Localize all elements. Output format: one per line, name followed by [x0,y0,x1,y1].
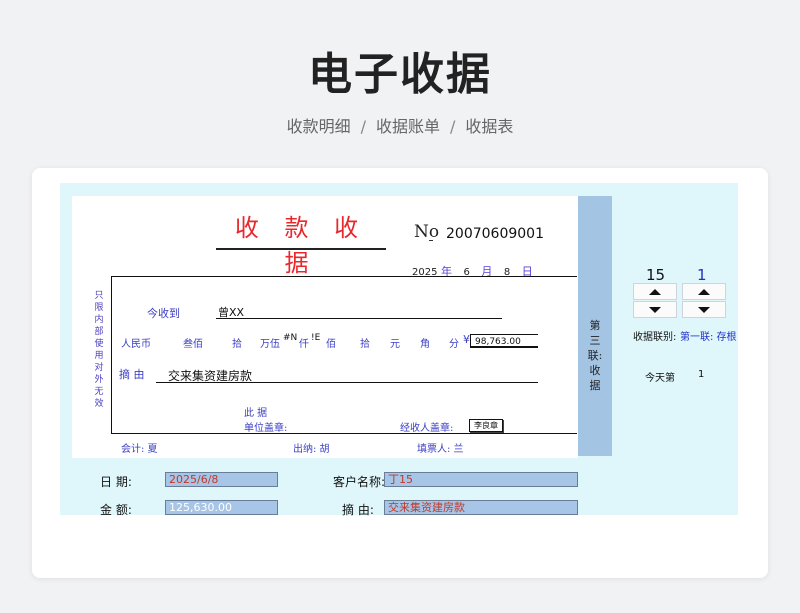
unit-label: 角 [420,339,430,350]
arrow-down-icon [698,306,710,313]
summary-field[interactable]: 交来集资建房款 [384,500,578,515]
breadcrumb-item[interactable]: 收据表 [465,117,513,136]
copy-type-value[interactable]: 第一联: 存根 [680,328,737,343]
accountant-label: 会计: 夏 [121,444,158,455]
cashier-label: 出纳: 胡 [293,444,330,455]
summary-line [156,382,538,383]
today-count-value: 1 [698,369,705,380]
counter-right-value: 1 [697,266,707,284]
internal-use-note: 只 限 内 部 使 用 对 外 无 效 [94,291,104,409]
arrow-down-icon [649,306,661,313]
title-underline [216,248,386,250]
receipt-no-label: No [414,222,440,242]
breadcrumb-separator: / [360,117,366,136]
receipt-number[interactable]: 20070609001 [446,226,544,242]
breadcrumb-item[interactable]: 收款明细 [287,117,351,136]
date-label: 日 期: [100,475,132,489]
copy-type-label: 收据联别: [633,332,677,343]
yen-symbol: ¥ [463,333,470,346]
breadcrumb-separator: / [450,117,456,136]
unit-label: 拾 [360,339,370,350]
unit-label: 佰 [326,339,336,350]
breadcrumb: 收款明细 / 收据账单 / 收据表 [0,113,800,137]
error-value: !E [311,333,321,343]
amount-label: 金 额: [100,503,132,517]
no-label-tick [429,240,433,241]
error-value: #N [283,333,298,343]
customer-field[interactable]: 丁15 [384,472,578,487]
summary-form-label: 摘 由: [342,503,374,517]
date-field[interactable]: 2025/6/8 [165,472,278,487]
unit-label: 叁佰 [183,339,203,350]
customer-label: 客户名称: [333,475,386,489]
received-from-line [216,318,502,319]
drawer-label: 填票人: 兰 [417,444,464,455]
unit-label: 元 [390,339,400,350]
breadcrumb-item[interactable]: 收据账单 [376,117,440,136]
unit-label: 仟 [299,339,309,350]
arrow-up-icon [649,288,661,295]
seal-label: 此 据 [244,408,268,419]
unit-label: 分 [449,339,459,350]
receipt-frame [111,276,577,434]
handler-stamp: 李良章 [469,419,503,432]
unit-seal-label: 单位盖章: [244,423,288,434]
today-count-label: 今天第 [645,373,675,384]
spin-up-button[interactable] [682,283,726,300]
unit-label: 拾 [232,339,242,350]
receipt-title: 收 款 收 据 [234,214,368,277]
counter-left-value: 15 [646,266,666,284]
spin-up-button[interactable] [633,283,677,300]
unit-label: 万伍 [260,339,280,350]
amount-field[interactable]: 125,630.00 [165,500,278,515]
rmb-label: 人民币 [121,339,151,350]
page-title: 电子收据 [308,49,492,100]
amount-box[interactable]: 98,763.00 [470,334,538,348]
spin-down-button[interactable] [682,301,726,318]
stub-copy-label: 第 三 联: 收 据 [587,319,603,392]
spin-down-button[interactable] [633,301,677,318]
handler-label: 经收人盖章: [400,423,454,434]
arrow-up-icon [698,288,710,295]
received-from-label: 今收到 [147,307,180,320]
summary-label: 摘 由 [119,368,145,381]
